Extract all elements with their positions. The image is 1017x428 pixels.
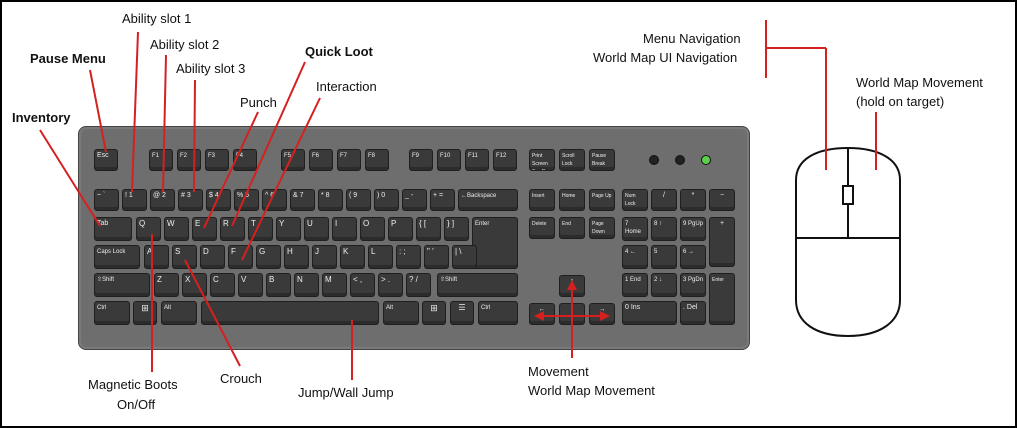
pointer-lines	[39, 20, 877, 380]
label-menu-navigation: Menu Navigation	[643, 31, 741, 46]
label-interaction: Interaction	[316, 79, 377, 94]
label-inventory: Inventory	[12, 110, 71, 125]
pointer-crouch	[184, 259, 241, 367]
pointer-ability1	[131, 31, 139, 193]
label-crouch: Crouch	[220, 371, 262, 386]
pointer-inventory	[39, 129, 101, 227]
arrowhead-right	[600, 311, 610, 321]
label-on-off: On/Off	[117, 397, 156, 412]
label-ability-slot-2: Ability slot 2	[150, 37, 220, 52]
label-punch: Punch	[240, 95, 277, 110]
arrowhead-up	[567, 280, 577, 290]
label-magnetic-boots: Magnetic Boots	[88, 377, 178, 392]
label-world-map-ui-navigation: World Map UI Navigation	[593, 50, 738, 65]
label-quick-loot: Quick Loot	[305, 44, 373, 59]
pointer-ability2	[162, 54, 167, 193]
pointer-punch	[203, 111, 259, 229]
label-hold-on-target: (hold on target)	[856, 94, 945, 109]
annotation-overlay	[39, 20, 901, 380]
mouse-wheel	[842, 185, 854, 205]
arrowhead-left	[534, 311, 544, 321]
pointer-ability3	[193, 79, 196, 193]
label-world-map-movement: World Map Movement	[528, 383, 655, 398]
label-jump-wall-jump: Jump/Wall Jump	[298, 385, 394, 400]
label-ability-slot-3: Ability slot 3	[176, 61, 246, 76]
label-world-map-movement-mouse: World Map Movement	[856, 75, 983, 90]
label-pause-menu: Pause Menu	[30, 51, 106, 66]
pointer-pause	[89, 69, 107, 153]
label-ability-slot-1: Ability slot 1	[122, 11, 192, 26]
label-movement: Movement	[528, 364, 589, 379]
